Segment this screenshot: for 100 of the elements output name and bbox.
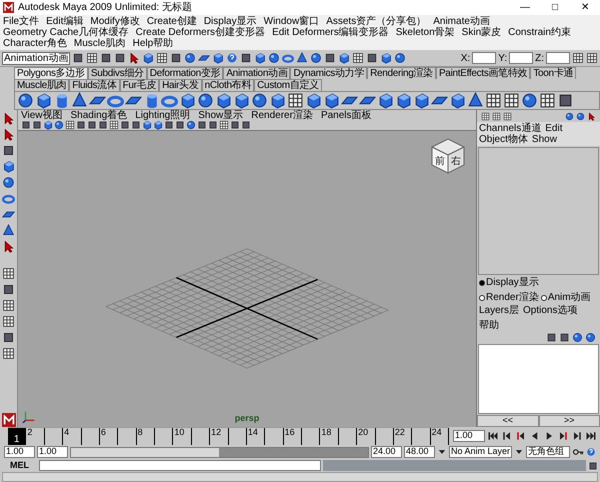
layer-mode-radio[interactable]: Anim动画 bbox=[540, 292, 591, 304]
menu-item[interactable]: Edit Deformers编辑变形器 bbox=[272, 27, 389, 38]
square-icon[interactable] bbox=[98, 120, 108, 130]
shelf-tab[interactable]: PaintEffects画笔特效 bbox=[436, 67, 530, 79]
cube-icon[interactable] bbox=[305, 92, 322, 109]
menu-item[interactable]: Modify修改 bbox=[90, 16, 140, 27]
grid-icon[interactable] bbox=[287, 92, 304, 109]
shelf-tab[interactable]: Hair头发 bbox=[159, 79, 202, 91]
sphere-icon[interactable] bbox=[54, 120, 64, 130]
square-icon[interactable] bbox=[87, 120, 97, 130]
square-icon[interactable] bbox=[72, 52, 84, 64]
cube-icon[interactable] bbox=[254, 52, 266, 64]
cube-icon[interactable] bbox=[153, 120, 163, 130]
square-icon[interactable] bbox=[557, 92, 574, 109]
end-time-field[interactable]: 48.00 bbox=[404, 446, 435, 458]
square-icon[interactable] bbox=[197, 120, 207, 130]
cube-icon[interactable] bbox=[142, 120, 152, 130]
cube-icon[interactable] bbox=[43, 120, 53, 130]
step-forward-icon[interactable] bbox=[571, 430, 583, 442]
cube-icon[interactable] bbox=[413, 92, 430, 109]
square-icon[interactable] bbox=[120, 120, 130, 130]
shelf-tab[interactable]: Custom自定义 bbox=[254, 79, 322, 91]
square-icon[interactable] bbox=[114, 52, 126, 64]
square-icon[interactable] bbox=[240, 52, 252, 64]
next-key-icon[interactable] bbox=[557, 430, 569, 442]
grid-icon[interactable] bbox=[586, 52, 598, 64]
cube-icon[interactable] bbox=[323, 92, 340, 109]
cone-icon[interactable] bbox=[2, 224, 15, 237]
next-button[interactable]: >> bbox=[538, 415, 600, 427]
sphere-icon[interactable] bbox=[585, 332, 596, 344]
pointer-icon[interactable] bbox=[2, 128, 15, 141]
start-time-field[interactable]: 1.00 bbox=[4, 446, 35, 458]
menu-item[interactable]: Skin蒙皮 bbox=[462, 27, 502, 38]
menu-item[interactable]: Skeleton骨架 bbox=[396, 27, 455, 38]
torus-icon[interactable] bbox=[282, 52, 294, 64]
menu-item[interactable]: Assets资产（分享包） bbox=[326, 16, 426, 27]
square-icon[interactable] bbox=[2, 331, 15, 344]
cube-icon[interactable] bbox=[179, 92, 196, 109]
square-icon[interactable] bbox=[546, 332, 557, 344]
character-field[interactable]: 无角色组 bbox=[526, 446, 570, 458]
grid-icon[interactable] bbox=[86, 52, 98, 64]
sphere-icon[interactable] bbox=[197, 92, 214, 109]
square-icon[interactable] bbox=[21, 120, 31, 130]
menu-item[interactable]: Constrain约束 bbox=[508, 27, 571, 38]
square-icon[interactable] bbox=[2, 144, 15, 157]
layer-mode-radio[interactable]: Render渲染 bbox=[479, 292, 539, 304]
panel-menu-item[interactable]: Panels面板 bbox=[320, 110, 372, 120]
skip-end-icon[interactable] bbox=[585, 430, 597, 442]
pointer-icon[interactable] bbox=[2, 112, 15, 125]
grid-icon[interactable] bbox=[65, 120, 75, 130]
sphere-icon[interactable] bbox=[310, 52, 322, 64]
menu-item[interactable]: Create创建 bbox=[146, 16, 197, 27]
skip-start-icon[interactable] bbox=[487, 430, 499, 442]
square-icon[interactable] bbox=[588, 460, 598, 470]
panel-menu-item[interactable]: Show显示 bbox=[198, 110, 244, 120]
minimize-button[interactable]: — bbox=[510, 2, 540, 13]
view-cube[interactable] bbox=[430, 138, 466, 174]
grid-icon[interactable] bbox=[572, 52, 584, 64]
grid-icon[interactable] bbox=[2, 347, 15, 360]
square-icon[interactable] bbox=[175, 120, 185, 130]
playback-end-field[interactable]: 24.00 bbox=[370, 446, 402, 458]
square-icon[interactable] bbox=[2, 283, 15, 296]
grid-icon[interactable] bbox=[2, 267, 15, 280]
help-icon[interactable] bbox=[586, 447, 596, 457]
square-icon[interactable] bbox=[559, 332, 570, 344]
square-icon[interactable] bbox=[76, 120, 86, 130]
menu-item[interactable]: Window窗口 bbox=[264, 16, 320, 27]
help-icon[interactable] bbox=[226, 52, 238, 64]
playback-start-field[interactable]: 1.00 bbox=[37, 446, 68, 458]
menu-item[interactable]: Character角色 bbox=[3, 38, 67, 49]
step-back-icon[interactable] bbox=[501, 430, 513, 442]
layer-mode-radio[interactable]: Display显示 bbox=[479, 277, 539, 288]
sphere-icon[interactable] bbox=[572, 332, 583, 344]
menu-item[interactable]: Muscle肌肉 bbox=[74, 38, 126, 49]
grid-icon[interactable] bbox=[539, 92, 556, 109]
cube-icon[interactable] bbox=[449, 92, 466, 109]
command-input[interactable] bbox=[39, 460, 321, 471]
grid-icon[interactable] bbox=[156, 52, 168, 64]
layer-menu-item[interactable]: 帮助 bbox=[479, 320, 499, 332]
previous-button[interactable]: << bbox=[477, 415, 538, 427]
square-icon[interactable] bbox=[324, 52, 336, 64]
sphere-icon[interactable] bbox=[565, 112, 574, 120]
torus-icon[interactable] bbox=[2, 192, 15, 205]
app-logo-icon[interactable] bbox=[2, 413, 16, 427]
channel-menu-item[interactable]: Edit bbox=[545, 123, 562, 134]
channel-menu-item[interactable]: Channels通道 bbox=[479, 123, 542, 134]
layer-menu-item[interactable]: Options选项 bbox=[523, 305, 578, 316]
shelf-tab[interactable]: Dynamics动力学 bbox=[290, 67, 368, 79]
cube-icon[interactable] bbox=[233, 92, 250, 109]
square-icon[interactable] bbox=[230, 120, 240, 130]
range-slider[interactable] bbox=[70, 446, 369, 458]
sphere-icon[interactable] bbox=[186, 120, 196, 130]
coordinate-field[interactable] bbox=[546, 52, 570, 64]
grid-icon[interactable] bbox=[503, 92, 520, 109]
sphere-icon[interactable] bbox=[17, 92, 34, 109]
cube-icon[interactable] bbox=[215, 92, 232, 109]
cube-icon[interactable] bbox=[2, 160, 15, 173]
grid-icon[interactable] bbox=[2, 299, 15, 312]
square-icon[interactable] bbox=[100, 52, 112, 64]
shelf-tab[interactable]: Subdivs细分 bbox=[88, 67, 147, 79]
